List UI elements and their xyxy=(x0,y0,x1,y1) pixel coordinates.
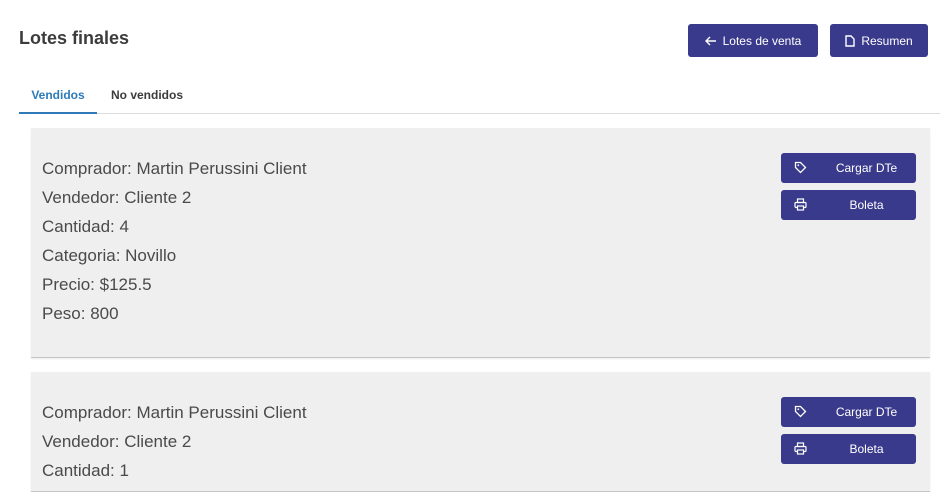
tab-vendidos[interactable]: Vendidos xyxy=(19,80,97,114)
cargar-dte-label: Cargar DTe xyxy=(835,405,898,419)
page-title: Lotes finales xyxy=(19,28,130,48)
cargar-dte-button[interactable]: Cargar DTe xyxy=(781,153,916,183)
boleta-button[interactable]: Boleta xyxy=(781,190,916,220)
lot-details: Comprador: Martin Perussini Client Vende… xyxy=(42,398,307,485)
quantity-text: Cantidad: 4 xyxy=(42,217,129,236)
boleta-label: Boleta xyxy=(849,198,884,212)
buyer-text: Comprador: Martin Perussini Client xyxy=(42,403,307,422)
lot-card: Comprador: Martin Perussini Client Vende… xyxy=(31,128,930,358)
printer-icon xyxy=(794,198,807,214)
resumen-button[interactable]: Resumen xyxy=(830,24,928,57)
quantity-text: Cantidad: 1 xyxy=(42,461,129,480)
seller-text: Vendedor: Cliente 2 xyxy=(42,188,192,207)
page-header: Lotes finales Lotes de venta Resumen xyxy=(0,0,940,70)
lotes-de-venta-label: Lotes de venta xyxy=(722,33,802,48)
boleta-label: Boleta xyxy=(849,442,884,456)
printer-icon xyxy=(794,442,807,458)
document-icon xyxy=(845,34,856,47)
category-text: Categoria: Novillo xyxy=(42,246,177,265)
cargar-dte-label: Cargar DTe xyxy=(835,161,898,175)
lot-details: Comprador: Martin Perussini Client Vende… xyxy=(42,154,307,328)
lotes-de-venta-button[interactable]: Lotes de venta xyxy=(688,24,818,57)
buyer-text: Comprador: Martin Perussini Client xyxy=(42,159,307,178)
boleta-button[interactable]: Boleta xyxy=(781,434,916,464)
tag-icon xyxy=(794,161,807,177)
seller-text: Vendedor: Cliente 2 xyxy=(42,432,192,451)
resumen-label: Resumen xyxy=(861,33,913,48)
weight-text: Peso: 800 xyxy=(42,304,119,323)
lot-card: Comprador: Martin Perussini Client Vende… xyxy=(31,372,930,492)
tag-icon xyxy=(794,405,807,421)
tab-no-vendidos[interactable]: No vendidos xyxy=(111,80,183,114)
price-text: Precio: $125.5 xyxy=(42,275,152,294)
arrow-left-icon xyxy=(704,36,717,46)
cargar-dte-button[interactable]: Cargar DTe xyxy=(781,397,916,427)
lots-tabs: Vendidos No vendidos xyxy=(19,80,940,114)
